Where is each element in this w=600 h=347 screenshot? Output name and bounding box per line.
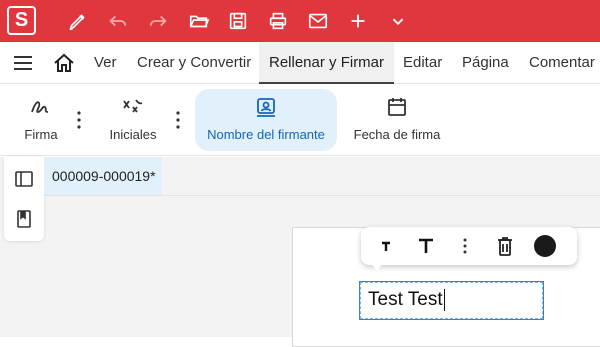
iniciales-button[interactable]: Iniciales (104, 89, 162, 151)
menu-item-comentar[interactable]: Comentar (529, 42, 595, 84)
tab-divider (44, 195, 600, 196)
ribbon-toolbar: Firma Iniciales Nombre del firmante Fech… (0, 84, 600, 156)
initials-icon (123, 99, 143, 113)
app-logo: S (7, 6, 36, 35)
nombre-del-firmante-button[interactable]: Nombre del firmante (195, 89, 337, 151)
redo-icon[interactable] (146, 9, 170, 33)
side-panel (4, 157, 44, 241)
open-folder-icon[interactable] (187, 9, 211, 33)
hamburger-menu-icon[interactable] (12, 53, 34, 73)
undo-icon[interactable] (106, 9, 130, 33)
print-icon[interactable] (266, 9, 290, 33)
menu-item-pagina[interactable]: Página (462, 42, 509, 84)
firma-more-icon[interactable] (76, 110, 82, 130)
decrease-font-icon[interactable] (376, 235, 396, 257)
firma-button[interactable]: Firma (18, 89, 64, 151)
more-icon[interactable] (461, 235, 469, 257)
menu-item-crear-y-convertir[interactable]: Crear y Convertir (137, 42, 251, 84)
toolbar-pointer (371, 263, 383, 271)
signer-name-text-field[interactable]: Test Test (360, 282, 543, 319)
pen-icon[interactable] (66, 9, 90, 33)
title-bar: S (0, 0, 600, 42)
menu-bar: Ver Crear y Convertir Rellenar y Firmar … (0, 42, 600, 84)
menu-item-ver[interactable]: Ver (94, 42, 117, 84)
menu-item-rellenar-y-firmar[interactable]: Rellenar y Firmar (259, 42, 395, 84)
calendar-icon (388, 98, 406, 116)
chevron-down-icon[interactable] (386, 9, 410, 33)
mail-icon[interactable] (306, 9, 330, 33)
home-icon[interactable] (52, 51, 76, 75)
panel-toggle-icon[interactable] (14, 169, 34, 189)
fecha-de-firma-label: Fecha de firma (353, 127, 441, 142)
signature-icon (31, 101, 49, 113)
text-field-value: Test Test (368, 289, 445, 311)
save-icon[interactable] (226, 9, 250, 33)
color-swatch[interactable] (533, 235, 557, 257)
menu-item-editar[interactable]: Editar (403, 42, 442, 84)
document-tab[interactable]: 000009-000019* (44, 157, 162, 195)
plus-icon[interactable] (346, 9, 370, 33)
fecha-de-firma-button[interactable]: Fecha de firma (352, 89, 442, 151)
text-cursor (443, 289, 445, 311)
increase-font-icon[interactable] (414, 235, 438, 257)
firma-label: Firma (24, 127, 58, 142)
bookmark-icon[interactable] (14, 209, 34, 229)
iniciales-label: Iniciales (109, 127, 157, 142)
signer-name-icon (257, 98, 275, 117)
nombre-del-firmante-label: Nombre del firmante (207, 127, 325, 142)
delete-icon[interactable] (494, 235, 516, 257)
text-format-toolbar (361, 227, 577, 271)
iniciales-more-icon[interactable] (175, 110, 181, 130)
